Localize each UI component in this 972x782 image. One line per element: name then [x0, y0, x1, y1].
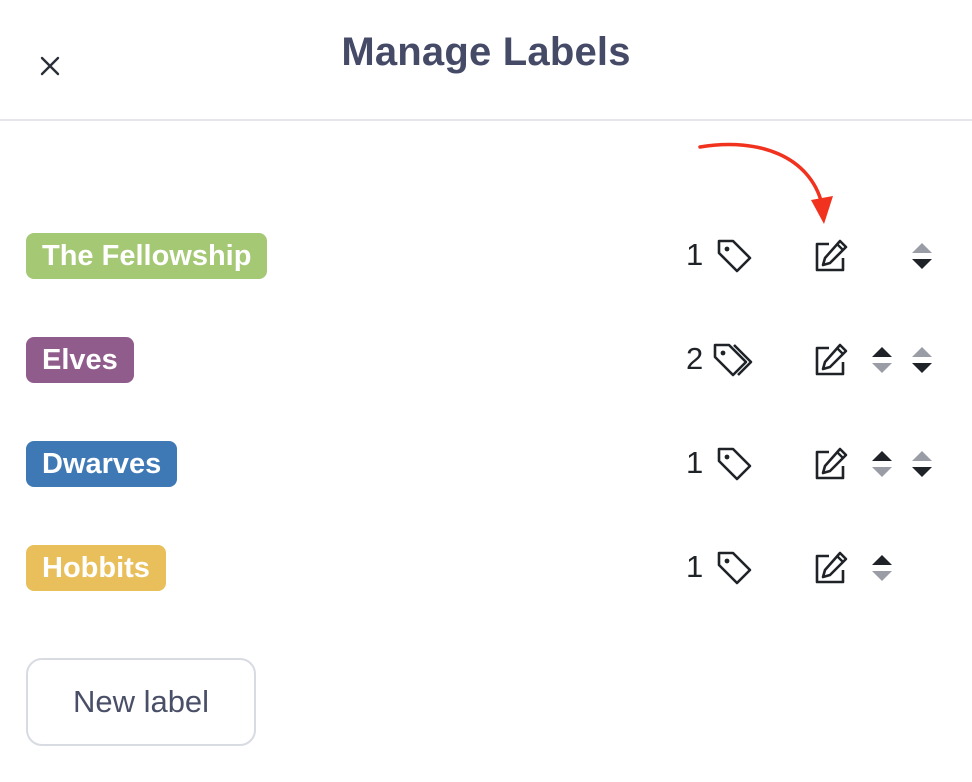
label-count: 1: [686, 445, 704, 480]
move-down-button[interactable]: [910, 446, 934, 482]
label-pill[interactable]: Dwarves: [26, 441, 178, 487]
label-row: The Fellowship 1: [0, 226, 972, 286]
label-pill[interactable]: Hobbits: [26, 545, 166, 591]
dialog-title: Manage Labels: [341, 30, 631, 74]
edit-icon: [815, 239, 848, 272]
sort-up-icon: [912, 347, 932, 357]
edit-button[interactable]: [810, 340, 852, 380]
sort-down-icon: [912, 363, 932, 373]
move-up-button[interactable]: [870, 446, 894, 482]
tag-icon: [717, 447, 752, 481]
sort-down-icon: [872, 467, 892, 477]
label-pill[interactable]: Elves: [26, 337, 134, 383]
dialog-header: Manage Labels: [0, 0, 972, 121]
move-down-button[interactable]: [910, 238, 934, 274]
sort-up-icon: [912, 451, 932, 461]
tag-icon: [717, 239, 752, 273]
sort-up-icon: [872, 347, 892, 357]
new-label-button[interactable]: New label: [26, 658, 256, 746]
edit-icon: [815, 447, 848, 480]
edit-button[interactable]: [810, 236, 852, 276]
annotation-arrow: [698, 142, 833, 224]
sort-up-icon: [872, 451, 892, 461]
edit-button[interactable]: [810, 548, 852, 588]
label-row: Dwarves 1: [0, 434, 972, 494]
edit-icon: [815, 551, 848, 584]
sort-up-icon: [872, 555, 892, 565]
sort-down-icon: [872, 363, 892, 373]
label-count: 2: [686, 341, 704, 376]
tags-icon: [713, 343, 753, 377]
move-up-button[interactable]: [870, 342, 894, 378]
label-count: 1: [686, 237, 704, 272]
tag-icon: [717, 551, 752, 585]
label-pill[interactable]: The Fellowship: [26, 233, 268, 279]
label-count: 1: [686, 549, 704, 584]
sort-down-icon: [872, 571, 892, 581]
label-row: Elves 2: [0, 330, 972, 390]
sort-down-icon: [912, 467, 932, 477]
sort-down-icon: [912, 259, 932, 269]
label-row: Hobbits 1: [0, 538, 972, 598]
edit-button[interactable]: [810, 444, 852, 484]
move-up-button[interactable]: [870, 550, 894, 586]
move-down-button[interactable]: [910, 342, 934, 378]
edit-icon: [815, 343, 848, 376]
sort-up-icon: [912, 243, 932, 253]
